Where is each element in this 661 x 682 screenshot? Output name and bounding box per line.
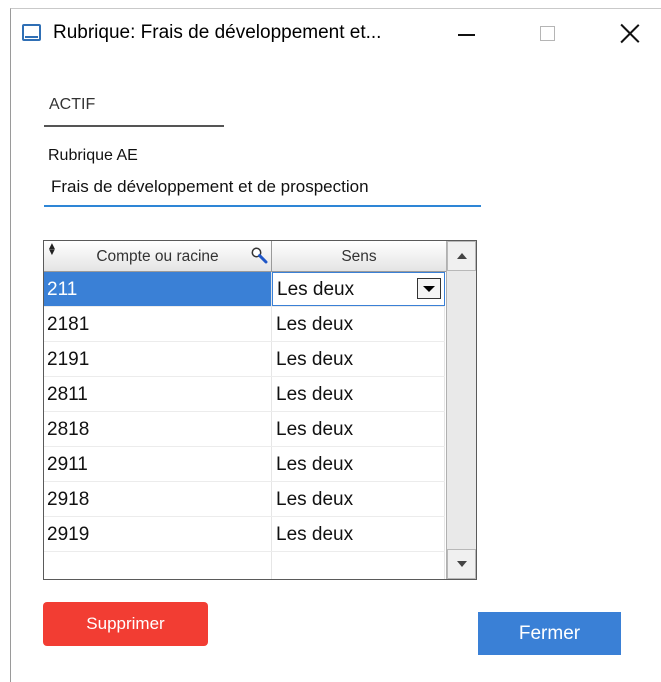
cell-compte[interactable]: 211 xyxy=(44,272,272,306)
grid-rows: 211 Les deux 2181 Les deux 2191 Les deux… xyxy=(44,272,445,579)
section-divider xyxy=(44,125,224,127)
column-header-sens[interactable]: Sens xyxy=(272,241,446,271)
table-row[interactable]: 2919 Les deux xyxy=(44,517,445,552)
grid-scrollbar[interactable] xyxy=(446,241,476,579)
column-header-compte[interactable]: ▲ ▼ Compte ou racine xyxy=(44,241,272,271)
cell-sens[interactable]: Les deux xyxy=(272,377,445,411)
cell-compte[interactable]: 2181 xyxy=(44,307,272,341)
close-button[interactable]: Fermer xyxy=(478,612,621,655)
sens-dropdown-button[interactable] xyxy=(417,278,441,299)
close-icon xyxy=(620,23,640,43)
table-row[interactable]: 2181 Les deux xyxy=(44,307,445,342)
cell-sens[interactable]: Les deux xyxy=(272,517,445,551)
scroll-up-button[interactable] xyxy=(447,241,476,271)
delete-button[interactable]: Supprimer xyxy=(43,602,208,646)
table-row[interactable]: 211 Les deux xyxy=(44,272,445,307)
cell-compte[interactable] xyxy=(44,552,272,579)
close-window-button[interactable] xyxy=(610,19,650,47)
cell-sens[interactable]: Les deux xyxy=(272,307,445,341)
rubrique-field-label: Rubrique AE xyxy=(48,147,138,164)
rubrique-input[interactable] xyxy=(44,169,481,207)
accounts-grid: ▲ ▼ Compte ou racine Sens 211 Les deux 2… xyxy=(43,240,477,580)
arrow-up-icon xyxy=(456,253,467,259)
sort-icon[interactable]: ▲ ▼ xyxy=(47,242,57,258)
chevron-down-icon xyxy=(423,285,435,292)
window-app-icon xyxy=(22,24,41,41)
title-bar[interactable]: Rubrique: Frais de développement et... xyxy=(11,9,661,59)
table-row[interactable]: 2918 Les deux xyxy=(44,482,445,517)
minimize-icon xyxy=(457,34,475,36)
cell-sens-value: Les deux xyxy=(277,279,355,300)
cell-sens[interactable]: Les deux xyxy=(272,342,445,376)
column-header-compte-label: Compte ou racine xyxy=(96,248,219,265)
window-title: Rubrique: Frais de développement et... xyxy=(53,22,382,43)
search-icon[interactable] xyxy=(250,246,268,264)
grid-header: ▲ ▼ Compte ou racine Sens xyxy=(44,241,447,272)
arrow-down-icon xyxy=(456,561,467,567)
cell-compte[interactable]: 2818 xyxy=(44,412,272,446)
dialog-window: Rubrique: Frais de développement et... A… xyxy=(10,8,661,682)
cell-sens[interactable]: Les deux xyxy=(272,412,445,446)
column-header-sens-label: Sens xyxy=(341,248,377,265)
maximize-icon xyxy=(539,25,555,41)
table-row[interactable]: 2191 Les deux xyxy=(44,342,445,377)
scroll-down-button[interactable] xyxy=(447,549,476,579)
table-row[interactable]: 2911 Les deux xyxy=(44,447,445,482)
cell-compte[interactable]: 2919 xyxy=(44,517,272,551)
cell-compte[interactable]: 2918 xyxy=(44,482,272,516)
table-row-empty[interactable] xyxy=(44,552,445,579)
section-label: ACTIF xyxy=(49,96,96,113)
table-row[interactable]: 2818 Les deux xyxy=(44,412,445,447)
table-row[interactable]: 2811 Les deux xyxy=(44,377,445,412)
cell-compte[interactable]: 2811 xyxy=(44,377,272,411)
cell-compte[interactable]: 2911 xyxy=(44,447,272,481)
maximize-button[interactable] xyxy=(527,19,567,47)
cell-sens-select[interactable]: Les deux xyxy=(272,272,445,306)
minimize-button[interactable] xyxy=(446,19,486,47)
cell-sens[interactable] xyxy=(272,552,445,579)
cell-compte[interactable]: 2191 xyxy=(44,342,272,376)
cell-sens[interactable]: Les deux xyxy=(272,447,445,481)
cell-sens[interactable]: Les deux xyxy=(272,482,445,516)
